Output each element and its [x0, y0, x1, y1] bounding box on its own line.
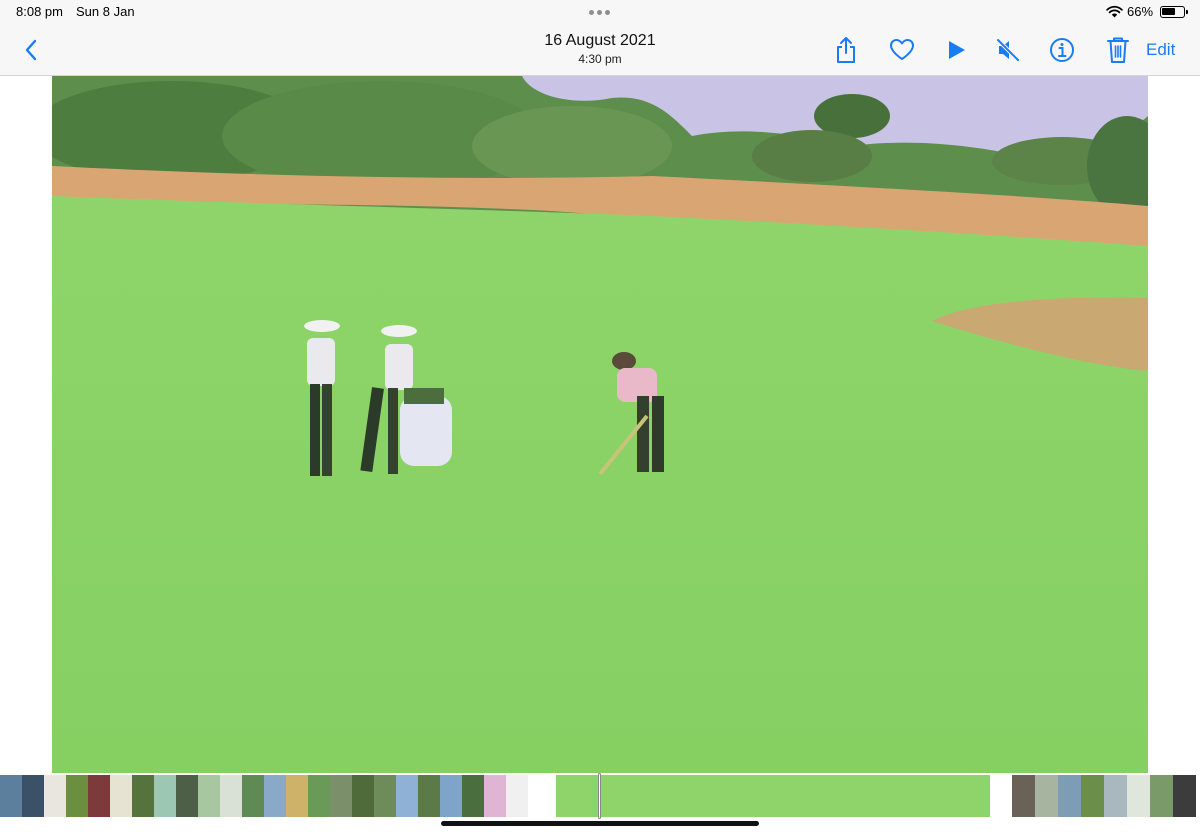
video-frame[interactable] — [52, 76, 1148, 773]
scrubber-thumbnails-right[interactable] — [1012, 775, 1196, 817]
play-button[interactable] — [942, 36, 970, 64]
scrubber-playhead[interactable] — [598, 773, 601, 819]
status-bar: 8:08 pm Sun 8 Jan 66% — [0, 0, 1200, 24]
heart-icon — [890, 39, 914, 60]
status-date: Sun 8 Jan — [76, 4, 135, 19]
photo-time-subtitle: 4:30 pm — [578, 52, 622, 66]
back-button[interactable] — [20, 38, 44, 62]
battery-icon — [1160, 6, 1185, 18]
photo-date-title: 16 August 2021 — [544, 32, 656, 49]
share-button[interactable] — [832, 36, 860, 64]
back-chevron-icon — [25, 39, 37, 61]
battery-percent: 66% — [1127, 4, 1154, 19]
share-icon — [837, 37, 855, 63]
home-indicator — [441, 821, 759, 826]
info-button[interactable] — [1048, 36, 1076, 64]
delete-button[interactable] — [1104, 36, 1132, 64]
trash-icon — [1107, 37, 1129, 63]
edit-button[interactable]: Edit — [1146, 40, 1175, 60]
nav-bar: 16 August 2021 4:30 pm Edit — [0, 24, 1200, 76]
video-scrubber[interactable] — [0, 773, 1200, 819]
mute-button[interactable] — [994, 36, 1022, 64]
scrubber-thumbnails-current[interactable] — [556, 775, 990, 817]
wifi-icon — [1106, 5, 1123, 18]
scrubber-thumbnails-left[interactable] — [0, 775, 528, 817]
multitasking-dots-icon[interactable] — [589, 10, 610, 15]
status-time: 8:08 pm — [16, 4, 63, 19]
info-icon — [1050, 38, 1074, 62]
media-viewer[interactable] — [0, 76, 1200, 773]
favorite-button[interactable] — [888, 36, 916, 64]
play-icon — [949, 41, 965, 59]
golf-scene-image — [52, 76, 1148, 773]
mute-icon — [996, 38, 1020, 62]
battery-fill — [1162, 8, 1175, 15]
